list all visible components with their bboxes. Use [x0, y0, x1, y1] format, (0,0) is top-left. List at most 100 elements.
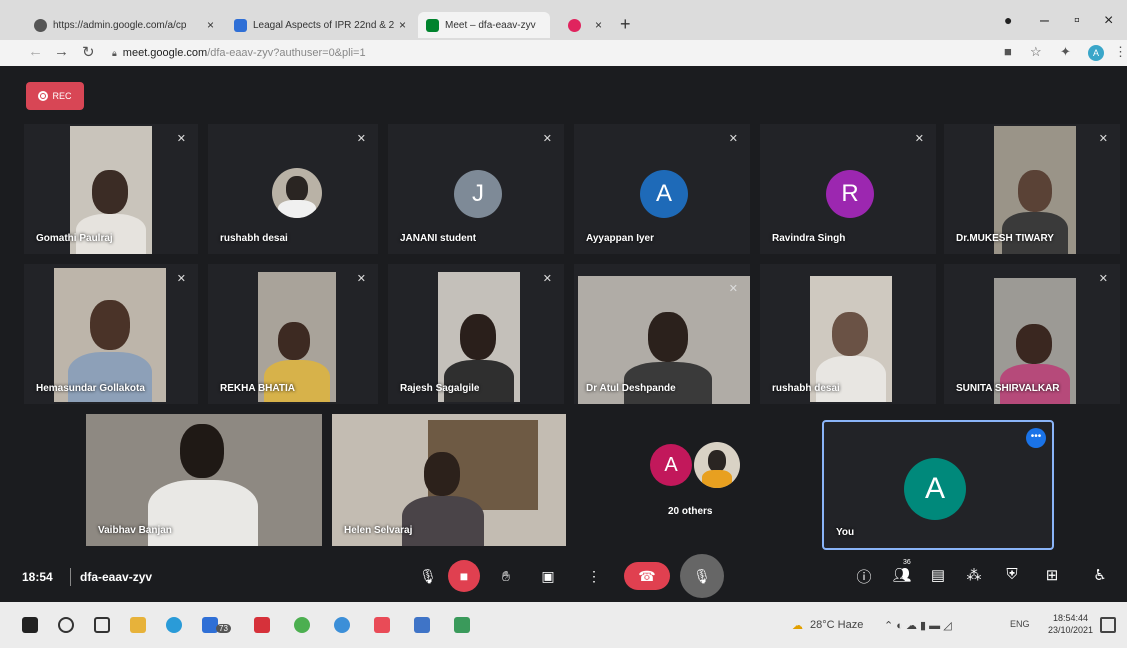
- clock[interactable]: 18:54:44 23/10/2021: [1048, 612, 1093, 636]
- file-explorer-icon[interactable]: [130, 617, 146, 633]
- participant-name: Dr Atul Deshpande: [586, 383, 676, 394]
- camera-permission-icon[interactable]: ■: [1004, 44, 1012, 59]
- powerpoint-icon[interactable]: [374, 617, 390, 633]
- meeting-time: 18:54: [22, 570, 53, 584]
- participant-tile[interactable]: ✕ Hemasundar Gollakota: [24, 264, 198, 404]
- mic-icon[interactable]: 🎙︎: [412, 560, 444, 592]
- participant-name: Vaibhav Banjan: [98, 525, 172, 536]
- word-icon[interactable]: [414, 617, 430, 633]
- account-icon[interactable]: ●: [1004, 12, 1012, 28]
- more-options-icon[interactable]: •••: [1026, 428, 1046, 448]
- end-call-button[interactable]: ☎︎: [624, 562, 670, 590]
- host-controls-icon[interactable]: ⛨: [1002, 566, 1022, 583]
- tray-icons[interactable]: ⌃ ◐ ☁︎ ▮ ▬ ◿: [884, 619, 952, 632]
- new-tab-button[interactable]: +: [620, 14, 631, 35]
- extensions-icon[interactable]: ✦: [1060, 44, 1071, 60]
- record-icon: [38, 91, 49, 101]
- participant-tile[interactable]: Helen Selvaraj: [332, 414, 566, 546]
- weather-icon: ☁︎: [792, 620, 803, 632]
- browser-tab-strip: https://admin.google.com/a/cp × Leagal A…: [0, 0, 1127, 40]
- participant-tile[interactable]: ✕ rushabh desai: [208, 124, 378, 254]
- menu-icon[interactable]: ⋮: [1114, 44, 1127, 60]
- info-icon[interactable]: ⓘ: [854, 566, 874, 587]
- activities-icon[interactable]: ⁂: [964, 566, 984, 584]
- tab-close-icon[interactable]: ×: [595, 18, 602, 32]
- tab-recording[interactable]: ×: [560, 12, 610, 38]
- participant-tile[interactable]: J ✕ JANANI student: [388, 124, 564, 254]
- participant-name: Ayyappan Iyer: [586, 233, 654, 244]
- lock-icon: 🔒︎: [112, 47, 117, 58]
- participant-tile[interactable]: ✕ Dr.MUKESH TIWARY: [944, 124, 1120, 254]
- mic-off-icon: ✕: [176, 273, 186, 285]
- windows-start-icon[interactable]: [22, 617, 38, 633]
- tab-legal-aspects[interactable]: Leagal Aspects of IPR 22nd & 2 ×: [226, 12, 414, 38]
- self-label: You: [836, 527, 855, 538]
- chat-icon[interactable]: ▤: [928, 566, 948, 584]
- participant-tile[interactable]: ✕ SUNITA SHIRVALKAR: [944, 264, 1120, 404]
- profile-avatar[interactable]: A: [1088, 45, 1104, 61]
- minimize-button[interactable]: –: [1040, 12, 1049, 30]
- present-screen-button[interactable]: ▣: [532, 560, 564, 592]
- participant-tile[interactable]: R ✕ Ravindra Singh: [760, 124, 936, 254]
- mic-off-icon: ✕: [1098, 133, 1108, 145]
- weather-text[interactable]: 28°C Haze: [810, 619, 863, 631]
- record-icon: [568, 18, 581, 32]
- participant-tile[interactable]: A ✕ Ayyappan Iyer: [574, 124, 750, 254]
- participant-name: REKHA BHATIA: [220, 383, 295, 394]
- more-options-button[interactable]: ⋮: [578, 560, 610, 592]
- participant-tile[interactable]: ✕ Rajesh Sagalgile: [388, 264, 564, 404]
- others-label: 20 others: [668, 506, 713, 517]
- participant-avatar: R: [826, 170, 874, 218]
- participant-name: JANANI student: [400, 233, 477, 244]
- mic-toggle-button[interactable]: 🎙︎: [680, 554, 724, 598]
- accessibility-icon[interactable]: ♿︎: [1090, 566, 1110, 584]
- meet-area: REC ✕ Gomathi Paulraj ✕ rushabh desai J …: [0, 66, 1127, 602]
- participant-name: SUNITA SHIRVALKAR: [956, 383, 1060, 394]
- url-path: /dfa-eaav-zyv?authuser=0&pli=1: [207, 47, 366, 59]
- mic-off-icon: ✕: [914, 133, 924, 145]
- people-icon[interactable]: 👥︎: [892, 566, 912, 584]
- office-icon[interactable]: [254, 617, 270, 633]
- tab-meet[interactable]: Meet – dfa-eaav-zyv: [418, 12, 550, 38]
- tab-close-icon[interactable]: ×: [399, 18, 406, 32]
- maximize-button[interactable]: ▫: [1074, 12, 1080, 30]
- edge-icon[interactable]: [166, 617, 182, 633]
- language-indicator[interactable]: ENG: [1010, 619, 1030, 629]
- forward-icon[interactable]: →: [54, 43, 69, 60]
- participant-name: rushabh desai: [772, 383, 840, 394]
- participant-tile[interactable]: ✕ Dr Atul Deshpande: [574, 264, 750, 404]
- close-window-button[interactable]: ×: [1104, 12, 1113, 30]
- people-count: 36: [903, 559, 911, 566]
- participant-tile[interactable]: ✕ REKHA BHATIA: [208, 264, 378, 404]
- tab-close-icon[interactable]: ×: [207, 18, 214, 32]
- chrome-icon[interactable]: [294, 617, 310, 633]
- self-avatar: A: [904, 458, 966, 520]
- back-icon[interactable]: ←: [28, 43, 43, 60]
- meet-icon: [426, 18, 439, 32]
- address-bar[interactable]: 🔒︎ meet.google.com /dfa-eaav-zyv?authuse…: [112, 43, 982, 63]
- excel-icon[interactable]: [454, 617, 470, 633]
- participant-tile[interactable]: rushabh desai: [760, 264, 936, 404]
- reload-icon[interactable]: ↻: [82, 43, 95, 61]
- search-icon[interactable]: [58, 617, 74, 633]
- participant-name: Ravindra Singh: [772, 233, 846, 244]
- participant-name: Helen Selvaraj: [344, 525, 413, 536]
- tab-label: https://admin.google.com/a/cp: [53, 19, 187, 31]
- participant-tile[interactable]: Vaibhav Banjan: [86, 414, 322, 546]
- layout-grid-icon[interactable]: ⊞: [1042, 566, 1062, 584]
- participant-name: Dr.MUKESH TIWARY: [956, 233, 1054, 244]
- chrome-profile-icon[interactable]: [334, 617, 350, 633]
- self-tile[interactable]: A ••• You: [822, 420, 1054, 550]
- tab-admin-google[interactable]: https://admin.google.com/a/cp ×: [26, 12, 222, 38]
- others-tile[interactable]: A 20 others: [576, 414, 808, 546]
- divider: [70, 568, 71, 586]
- participant-avatar: J: [454, 170, 502, 218]
- clock-date: 23/10/2021: [1048, 625, 1094, 635]
- mic-off-icon: ✕: [356, 133, 366, 145]
- participant-tile[interactable]: ✕ Gomathi Paulraj: [24, 124, 198, 254]
- bookmark-star-icon[interactable]: ☆: [1030, 44, 1042, 60]
- notification-center-icon[interactable]: [1100, 617, 1116, 633]
- task-view-icon[interactable]: [94, 617, 110, 633]
- camera-off-button[interactable]: ■: [448, 560, 480, 592]
- raise-hand-button[interactable]: ✋︎: [490, 560, 522, 592]
